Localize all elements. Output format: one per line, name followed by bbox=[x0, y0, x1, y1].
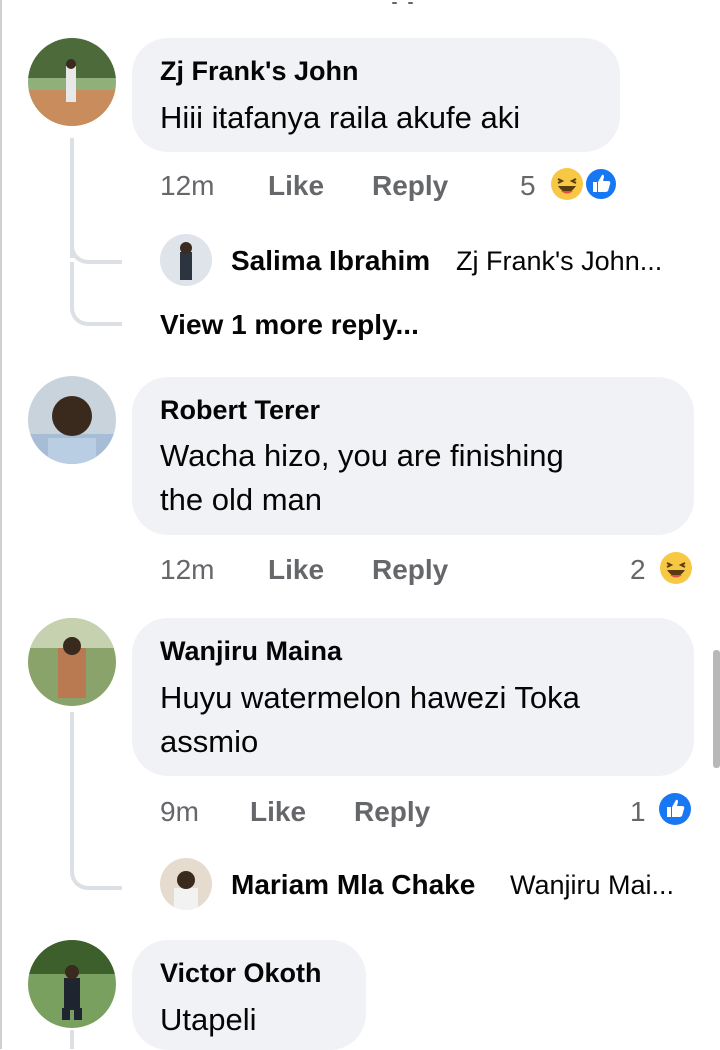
comment-text: the old man bbox=[160, 482, 322, 517]
scroll-indicator bbox=[388, 0, 434, 8]
like-icon[interactable] bbox=[584, 167, 618, 201]
reaction-count[interactable]: 5 bbox=[520, 170, 536, 202]
like-button[interactable]: Like bbox=[268, 554, 324, 586]
comment-time[interactable]: 12m bbox=[160, 554, 214, 586]
comment-text: assmio bbox=[160, 724, 259, 759]
comment-text: Hiii itafanya raila akufe aki bbox=[160, 100, 521, 135]
thread-line bbox=[70, 712, 74, 832]
avatar[interactable] bbox=[28, 376, 116, 464]
comment-author[interactable]: Victor Okoth bbox=[160, 958, 322, 989]
comment-author[interactable]: Robert Terer bbox=[160, 395, 320, 426]
comment-text: Wacha hizo, you are finishing bbox=[160, 438, 564, 473]
reply-snippet[interactable]: Wanjiru Mai... bbox=[510, 870, 674, 901]
like-button[interactable]: Like bbox=[250, 796, 306, 828]
reply-button[interactable]: Reply bbox=[372, 170, 448, 202]
comment-text: Utapeli bbox=[160, 1002, 257, 1037]
thread-elbow bbox=[70, 826, 122, 890]
reply-avatar[interactable] bbox=[160, 858, 212, 910]
like-button[interactable]: Like bbox=[268, 170, 324, 202]
reply-author[interactable]: Salima Ibrahim bbox=[231, 245, 430, 277]
comment-author[interactable]: Wanjiru Maina bbox=[160, 636, 342, 667]
comment-time[interactable]: 12m bbox=[160, 170, 214, 202]
reply-button[interactable]: Reply bbox=[372, 554, 448, 586]
reply-button[interactable]: Reply bbox=[354, 796, 430, 828]
thread-line bbox=[70, 1030, 74, 1049]
avatar[interactable] bbox=[28, 38, 116, 126]
comment-text: Huyu watermelon hawezi Toka bbox=[160, 680, 580, 715]
reaction-count[interactable]: 2 bbox=[630, 554, 646, 586]
comment-author[interactable]: Zj Frank's John bbox=[160, 56, 358, 87]
haha-icon[interactable] bbox=[550, 167, 584, 201]
haha-icon[interactable] bbox=[659, 551, 693, 585]
avatar[interactable] bbox=[28, 618, 116, 706]
left-edge-divider bbox=[0, 0, 2, 1049]
thread-elbow bbox=[70, 262, 122, 326]
reply-avatar[interactable] bbox=[160, 234, 212, 286]
scrollbar-thumb[interactable] bbox=[713, 650, 720, 768]
reaction-count[interactable]: 1 bbox=[630, 796, 646, 828]
reply-author[interactable]: Mariam Mla Chake bbox=[231, 869, 475, 901]
thread-elbow bbox=[70, 200, 122, 264]
reply-snippet[interactable]: Zj Frank's John... bbox=[456, 246, 662, 277]
avatar[interactable] bbox=[28, 940, 116, 1028]
like-icon[interactable] bbox=[658, 792, 692, 826]
view-more-replies-link[interactable]: View 1 more reply... bbox=[160, 309, 419, 341]
comment-time[interactable]: 9m bbox=[160, 796, 199, 828]
